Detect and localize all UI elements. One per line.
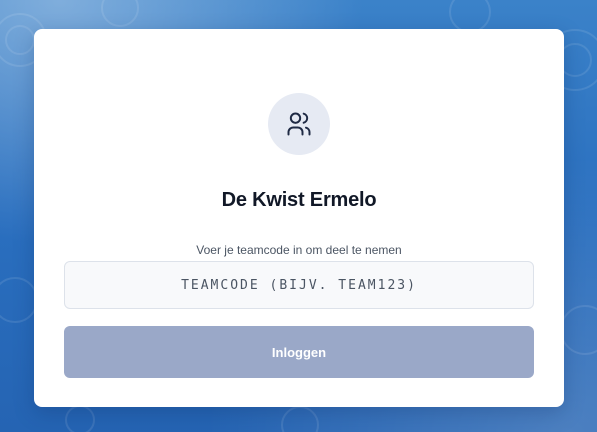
login-card: De Kwist Ermelo Voer je teamcode in om d… <box>34 29 564 407</box>
users-icon <box>287 112 311 136</box>
teamcode-input[interactable] <box>64 261 534 309</box>
team-title: De Kwist Ermelo <box>221 189 377 211</box>
team-subtitle: Voer je teamcode in om deel te nemen <box>196 243 402 257</box>
team-avatar <box>268 93 330 155</box>
login-button[interactable]: Inloggen <box>64 326 534 378</box>
